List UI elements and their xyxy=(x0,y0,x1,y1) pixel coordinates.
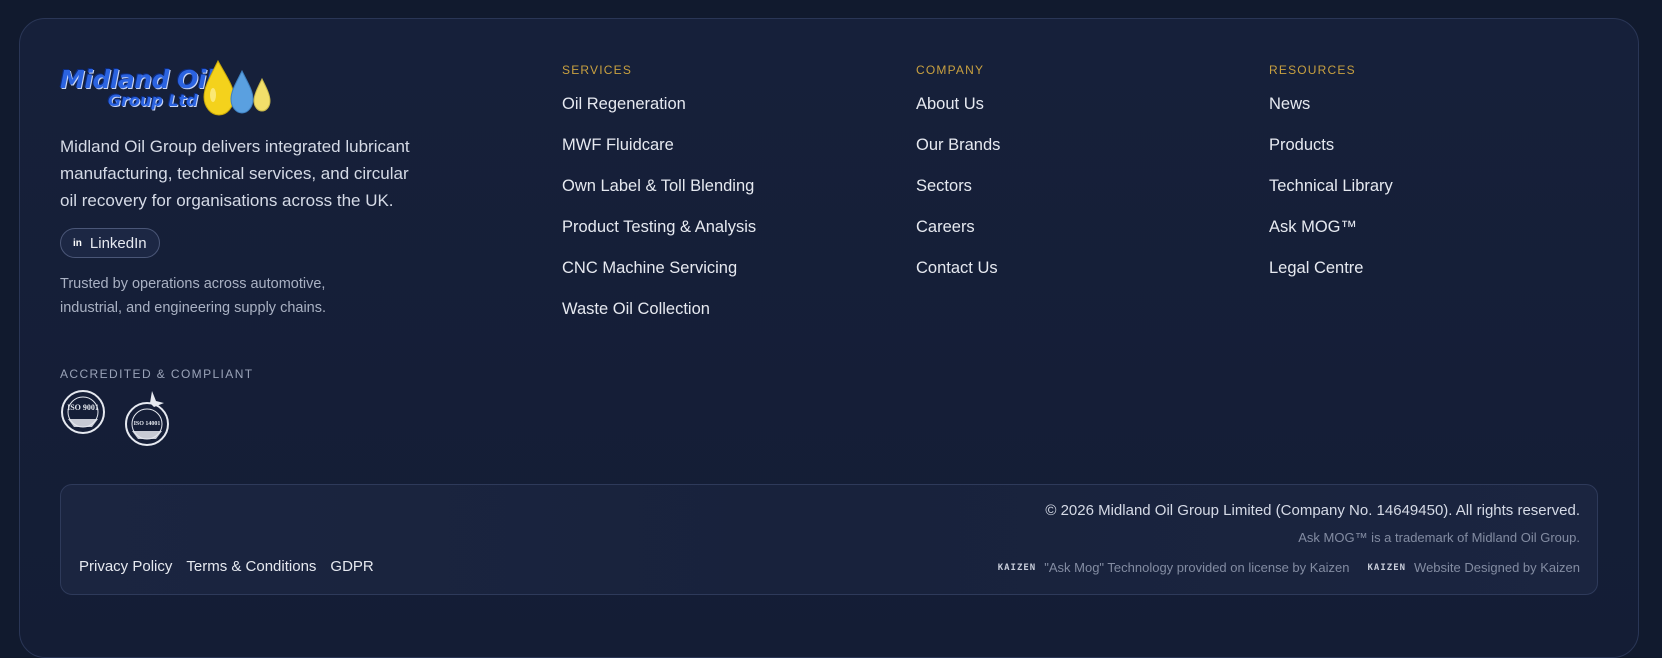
logo-wordmark: Midland Oil Group Ltd xyxy=(60,65,215,110)
company-links: About Us Our Brands Sectors Careers Cont… xyxy=(916,94,1000,299)
logo-line-2: Group Ltd xyxy=(108,91,198,110)
credits: KAIZEN "Ask Mog" Technology provided on … xyxy=(998,560,1580,575)
footer-link-ask-mog[interactable]: Ask MOG™ xyxy=(1269,217,1393,258)
trusted-statement: Trusted by operations across automotive,… xyxy=(60,276,327,316)
services-heading: SERVICES xyxy=(562,63,633,77)
credit-website[interactable]: KAIZEN Website Designed by Kaizen xyxy=(1368,560,1580,575)
footer-link-mwf-fluidcare[interactable]: MWF Fluidcare xyxy=(562,135,756,176)
footer-bottom-bar: Privacy Policy Terms & Conditions GDPR ©… xyxy=(60,484,1598,595)
footer-link-oil-regeneration[interactable]: Oil Regeneration xyxy=(562,94,756,135)
brand-column: Midland Oil Group Ltd Midland Oil Group … xyxy=(60,59,440,320)
credit-ask-mog[interactable]: KAIZEN "Ask Mog" Technology provided on … xyxy=(998,560,1350,575)
linkedin-label: LinkedIn xyxy=(89,234,147,252)
accreditations-title: ACCREDITED & COMPLIANT xyxy=(60,367,254,381)
trademark-notice: Ask MOG™ is a trademark of Midland Oil G… xyxy=(1298,530,1580,545)
oil-drops-icon xyxy=(203,59,271,116)
footer-link-careers[interactable]: Careers xyxy=(916,217,1000,258)
footer-link-cnc-servicing[interactable]: CNC Machine Servicing xyxy=(562,258,756,299)
footer-link-own-label-toll-blending[interactable]: Own Label & Toll Blending xyxy=(562,176,756,217)
footer-link-about-us[interactable]: About Us xyxy=(916,94,1000,135)
linkedin-icon: in xyxy=(73,237,82,249)
kaizen-logo-icon: KAIZEN xyxy=(997,562,1037,573)
footer-link-technical-library[interactable]: Technical Library xyxy=(1269,176,1393,217)
footer-link-waste-oil-collection[interactable]: Waste Oil Collection xyxy=(562,299,756,340)
iso-9001-text-top: ISO 9001 xyxy=(67,403,99,412)
footer-link-sectors[interactable]: Sectors xyxy=(916,176,1000,217)
copyright-notice: © 2026 Midland Oil Group Limited (Compan… xyxy=(1045,502,1580,519)
kaizen-logo-icon: KAIZEN xyxy=(1367,562,1407,573)
company-heading: COMPANY xyxy=(916,63,985,77)
footer-link-products[interactable]: Products xyxy=(1269,135,1393,176)
accreditation-badges: ISO 9001 ISO 14001 xyxy=(60,389,170,447)
footer-link-our-brands[interactable]: Our Brands xyxy=(916,135,1000,176)
iso-14001-text: ISO 14001 xyxy=(134,421,161,427)
resources-column: RESOURCES News Products Technical Librar… xyxy=(1269,63,1393,299)
linkedin-button[interactable]: in LinkedIn xyxy=(60,228,160,258)
iso-9001-badge-icon: ISO 9001 xyxy=(61,390,105,434)
iso-14001-badge-icon: ISO 14001 xyxy=(125,391,169,446)
company-description: Midland Oil Group delivers integrated lu… xyxy=(60,137,410,210)
credit-ask-mog-text: "Ask Mog" Technology provided on license… xyxy=(1044,560,1350,575)
footer-link-news[interactable]: News xyxy=(1269,94,1393,135)
terms-conditions-link[interactable]: Terms & Conditions xyxy=(186,558,316,575)
gdpr-link[interactable]: GDPR xyxy=(330,558,373,575)
legal-links: Privacy Policy Terms & Conditions GDPR xyxy=(79,558,374,575)
footer-link-contact-us[interactable]: Contact Us xyxy=(916,258,1000,299)
resources-heading: RESOURCES xyxy=(1269,63,1356,77)
resources-links: News Products Technical Library Ask MOG™… xyxy=(1269,94,1393,299)
privacy-policy-link[interactable]: Privacy Policy xyxy=(79,558,172,575)
site-footer: Midland Oil Group Ltd Midland Oil Group … xyxy=(19,18,1639,658)
logo-line-1: Midland Oil xyxy=(60,65,215,94)
credit-website-text: Website Designed by Kaizen xyxy=(1414,560,1580,575)
company-column: COMPANY About Us Our Brands Sectors Care… xyxy=(916,63,1000,299)
services-links: Oil Regeneration MWF Fluidcare Own Label… xyxy=(562,94,756,340)
footer-link-product-testing[interactable]: Product Testing & Analysis xyxy=(562,217,756,258)
services-column: SERVICES Oil Regeneration MWF Fluidcare … xyxy=(562,63,756,340)
footer-link-legal-centre[interactable]: Legal Centre xyxy=(1269,258,1393,299)
company-logo[interactable]: Midland Oil Group Ltd xyxy=(60,59,275,121)
